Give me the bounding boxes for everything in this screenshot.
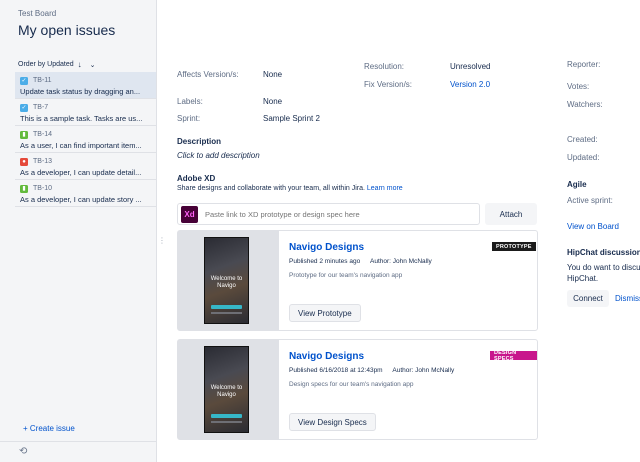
issue-list-item[interactable]: ✓ TB-7 This is a sample task. Tasks are … <box>15 99 156 126</box>
design-description: Design specs for our team's navigation a… <box>289 381 414 388</box>
labels-value[interactable]: None <box>263 97 282 106</box>
issue-summary: Update task status by dragging an... <box>20 87 141 96</box>
author-name: Author: John McNally <box>392 367 455 374</box>
project-name[interactable]: Test Board <box>18 9 56 18</box>
sort-down-icon[interactable]: ↓ <box>78 60 82 69</box>
design-thumbnail[interactable]: Welcome to Navigo <box>178 340 279 439</box>
chevron-down-icon[interactable]: ⌄ <box>90 61 96 69</box>
refresh-icon[interactable]: ⟲ <box>19 446 27 457</box>
issue-key: TB-14 <box>33 131 53 138</box>
issue-list-item[interactable]: ▮ TB-14 As a user, I can find important … <box>15 126 156 153</box>
issue-list-item[interactable]: ● TB-13 As a developer, I can update det… <box>15 153 156 180</box>
hipchat-connect-button[interactable]: Connect <box>567 290 609 307</box>
affects-version-label: Affects Version/s: <box>177 70 239 79</box>
story-icon: ▮ <box>20 130 28 139</box>
labels-label: Labels: <box>177 97 203 106</box>
description-heading: Description <box>177 137 222 146</box>
updated-label: Updated: <box>567 153 600 162</box>
issue-key: TB-13 <box>33 158 53 165</box>
adobe-xd-logo-icon: Xd <box>181 205 198 223</box>
watchers-label: Watchers: <box>567 100 603 109</box>
sprint-value[interactable]: Sample Sprint 2 <box>263 114 320 123</box>
hipchat-heading: HipChat discussions <box>567 248 640 257</box>
xd-link-field: Xd <box>177 203 480 225</box>
agile-heading: Agile <box>567 180 587 189</box>
phone-preview-button <box>211 305 242 309</box>
reporter-label: Reporter: <box>567 60 601 69</box>
published-date: Published 2 minutes ago <box>289 258 361 265</box>
order-by-label: Order by Updated <box>18 61 74 68</box>
resize-handle-icon[interactable]: ⋮ <box>158 236 166 245</box>
page-title: My open issues <box>18 22 116 38</box>
issue-key: TB-10 <box>33 185 53 192</box>
sidebar-divider <box>0 441 156 442</box>
create-issue-link[interactable]: + Create issue <box>23 424 75 433</box>
fix-version-link[interactable]: Version 2.0 <box>450 80 490 89</box>
task-icon: ✓ <box>20 103 28 112</box>
adobe-xd-note-text: Share designs and collaborate with your … <box>177 185 365 192</box>
hipchat-text-line2: HipChat. <box>567 274 599 283</box>
hipchat-text-line1: You do want to discu <box>567 263 640 272</box>
design-description: Prototype for our team's navigation app <box>289 272 403 279</box>
adobe-xd-note: Share designs and collaborate with your … <box>177 185 403 192</box>
order-by-dropdown[interactable]: Order by Updated ↓ ⌄ <box>18 60 96 69</box>
issue-key: TB-7 <box>33 104 49 111</box>
published-date: Published 6/16/2018 at 12:43pm <box>289 367 383 374</box>
affects-version-value[interactable]: None <box>263 70 282 79</box>
learn-more-link[interactable]: Learn more <box>367 185 403 192</box>
issue-summary: As a developer, I can update story ... <box>20 195 142 204</box>
votes-label: Votes: <box>567 82 590 91</box>
adobe-xd-heading: Adobe XD <box>177 174 216 183</box>
design-name-link[interactable]: Navigo Designs <box>289 351 364 362</box>
prototype-badge: PROTOTYPE <box>492 242 536 251</box>
view-prototype-button[interactable]: View Prototype <box>289 304 361 322</box>
hipchat-dismiss-link[interactable]: Dismiss <box>615 294 640 303</box>
fix-version-label: Fix Version/s: <box>364 80 413 89</box>
story-icon: ▮ <box>20 184 28 193</box>
task-icon: ✓ <box>20 76 28 85</box>
attach-button[interactable]: Attach <box>485 203 537 225</box>
phone-preview-text: Welcome to Navigo <box>210 276 243 289</box>
view-design-specs-button[interactable]: View Design Specs <box>289 413 376 431</box>
design-thumbnail[interactable]: Welcome to Navigo <box>178 231 279 330</box>
issue-list: ✓ TB-11 Update task status by dragging a… <box>15 72 156 207</box>
phone-preview-bar <box>211 421 242 423</box>
bug-icon: ● <box>20 157 28 166</box>
issue-list-item[interactable]: ▮ TB-10 As a developer, I can update sto… <box>15 180 156 207</box>
xd-link-input[interactable] <box>205 209 475 219</box>
xd-design-card: Welcome to Navigo Navigo Designs DESIGN … <box>177 339 538 440</box>
phone-preview-text: Welcome to Navigo <box>210 385 243 398</box>
resolution-label: Resolution: <box>364 62 405 71</box>
sprint-label: Sprint: <box>177 114 201 123</box>
design-name-link[interactable]: Navigo Designs <box>289 242 364 253</box>
description-placeholder[interactable]: Click to add description <box>177 151 260 160</box>
issue-list-item[interactable]: ✓ TB-11 Update task status by dragging a… <box>15 72 156 99</box>
design-meta: Published 2 minutes ago Author: John McN… <box>289 258 432 265</box>
created-label: Created: <box>567 135 598 144</box>
author-name: Author: John McNally <box>370 258 432 265</box>
phone-preview-image: Welcome to Navigo <box>204 346 249 433</box>
design-meta: Published 6/16/2018 at 12:43pm Author: J… <box>289 367 454 374</box>
issue-key: TB-11 <box>33 77 52 84</box>
phone-preview-button <box>211 414 242 418</box>
phone-preview-bar <box>211 312 242 314</box>
issue-sidebar: Test Board My open issues Order by Updat… <box>0 0 157 462</box>
issue-summary: This is a sample task. Tasks are us... <box>20 114 143 123</box>
design-specs-badge: DESIGN SPECS <box>490 350 537 362</box>
view-on-board-link[interactable]: View on Board <box>567 222 619 231</box>
issue-summary: As a user, I can find important item... <box>20 141 142 150</box>
phone-preview-image: Welcome to Navigo <box>204 237 249 324</box>
resolution-value: Unresolved <box>450 62 491 71</box>
issue-summary: As a developer, I can update detail... <box>20 168 142 177</box>
xd-design-card: Welcome to Navigo Navigo Designs PROTOTY… <box>177 230 538 331</box>
active-sprint-label: Active sprint: <box>567 196 613 205</box>
